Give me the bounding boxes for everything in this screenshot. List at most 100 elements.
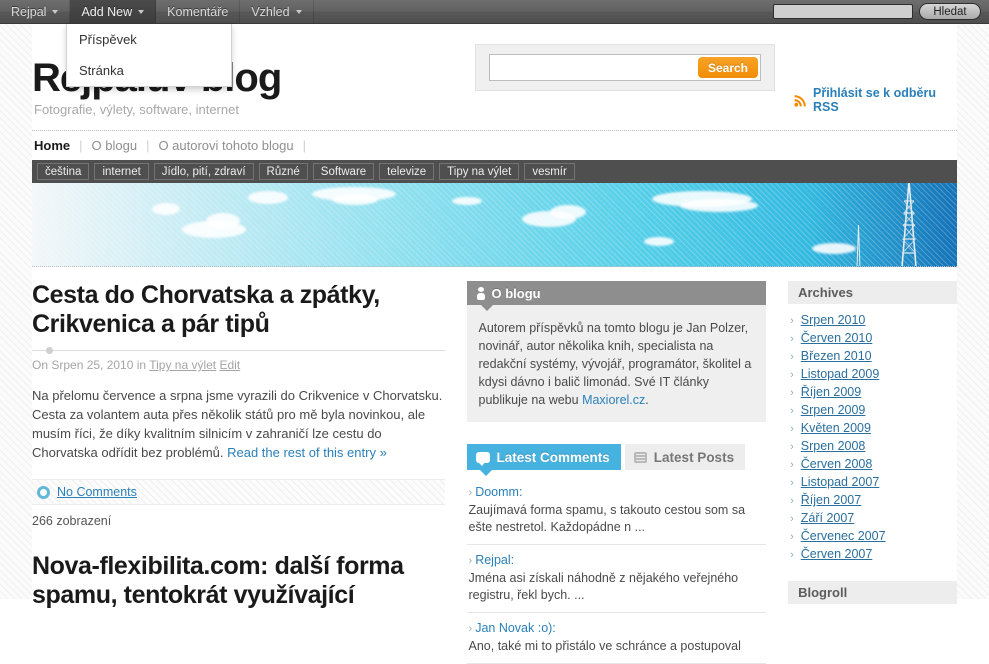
category-cestina[interactable]: čeština	[37, 163, 90, 180]
post-comments-bar: No Comments	[32, 479, 445, 505]
category-tipy-na-vylet[interactable]: Tipy na výlet	[439, 163, 520, 180]
post-article: Cesta do Chorvatska a zpátky, Crikvenica…	[32, 281, 445, 528]
chevron-down-icon	[52, 9, 59, 14]
category-internet[interactable]: internet	[94, 163, 149, 180]
archive-link[interactable]: Červenec 2007	[801, 528, 886, 545]
comment-author[interactable]: Jan Novak :o):	[475, 621, 556, 635]
archive-list-item: › Červen 2008	[788, 456, 957, 474]
post-meta-category-link[interactable]: Tipy na výlet	[149, 358, 216, 372]
adminbar-item-rejpal[interactable]: Rejpal	[0, 0, 71, 23]
post-view-count: 266 zobrazení	[32, 514, 112, 528]
chevron-right-icon: ›	[790, 315, 794, 327]
adminbar-item-label: Rejpal	[11, 4, 47, 19]
archive-link[interactable]: Říjen 2007	[801, 492, 861, 509]
search-input[interactable]	[494, 56, 706, 79]
category-jidlo-piti-zdravi[interactable]: Jídlo, pití, zdraví	[153, 163, 254, 180]
adminbar-search-button[interactable]: Hledat	[919, 3, 981, 20]
chevron-right-icon: ›	[790, 477, 794, 489]
maxiorel-link[interactable]: Maxiorel.cz	[582, 393, 645, 407]
comment-bubble-icon	[37, 485, 50, 499]
post-body: Na přelomu července a srpna jsme vyrazil…	[32, 386, 445, 462]
search-button[interactable]: Search	[697, 57, 758, 78]
content-columns: Cesta do Chorvatska a zpátky, Crikvenica…	[32, 267, 958, 664]
right-sidebar-column: Archives › Srpen 2010 › Červen 2010 › Březe…	[788, 281, 958, 664]
comment-excerpt: Zaujímavá forma spamu, s takouto cestou …	[468, 503, 746, 534]
read-more-link[interactable]: Read the rest of this entry »	[227, 445, 387, 460]
archive-list-item: › Listopad 2009	[788, 366, 957, 384]
nav-separator: |	[302, 138, 306, 153]
nav-item-home[interactable]: Home	[32, 138, 79, 153]
adminbar-search-input[interactable]	[773, 4, 913, 19]
nav-item-o-autorovi[interactable]: O autorovi tohoto blogu	[149, 138, 302, 153]
main-column: Cesta do Chorvatska a zpátky, Crikvenica…	[32, 281, 445, 664]
site-tagline: Fotografie, výlety, software, internet	[34, 102, 239, 117]
archive-link[interactable]: Srpen 2010	[801, 312, 866, 329]
category-software[interactable]: Software	[312, 163, 375, 180]
adminbar-item-label: Add New	[81, 4, 133, 19]
category-ruzne[interactable]: Různé	[258, 163, 308, 180]
rss-link-label: Přihlásit se k odběru RSS	[813, 86, 936, 114]
archive-link[interactable]: Červen 2007	[801, 546, 873, 563]
chevron-right-icon: ›	[790, 369, 794, 381]
menu-item-prispevek[interactable]: Příspěvek	[67, 24, 231, 55]
adminbar-item-vzhled[interactable]: Vzhled	[240, 0, 314, 23]
header-banner-image	[32, 183, 957, 267]
comment-author[interactable]: Rejpal:	[475, 553, 514, 567]
post-meta-edit-link[interactable]: Edit	[219, 358, 240, 372]
post-title[interactable]: Nova-flexibilita.com: další forma spamu,…	[32, 552, 445, 610]
archive-link[interactable]: Listopad 2009	[801, 366, 880, 383]
adminbar-item-add-new[interactable]: Add New	[70, 0, 157, 23]
chat-icon	[475, 451, 490, 466]
chevron-right-icon: ›	[790, 459, 794, 471]
adminbar-item-komentare[interactable]: Komentáře	[156, 0, 241, 23]
post-comments-link[interactable]: No Comments	[57, 485, 137, 499]
main-navigation-wrapper: Home | O blogu | O autorovi tohoto blogu…	[32, 130, 957, 160]
tab-latest-comments[interactable]: Latest Comments	[466, 444, 621, 476]
blogroll-widget-title: Blogroll	[788, 581, 958, 604]
header-search-box: Search	[475, 44, 775, 91]
archive-link[interactable]: Červen 2010	[801, 330, 873, 347]
archive-list-item: › Červen 2010	[788, 330, 957, 348]
nav-item-o-blogu[interactable]: O blogu	[83, 138, 147, 153]
main-navigation: Home | O blogu | O autorovi tohoto blogu…	[32, 138, 957, 153]
archive-link[interactable]: Září 2007	[801, 510, 855, 527]
chevron-right-icon: ›	[790, 405, 794, 417]
archive-link[interactable]: Červen 2008	[801, 456, 873, 473]
comment-author[interactable]: Doomm:	[475, 485, 522, 499]
list-icon	[633, 451, 647, 463]
comment-list-item[interactable]: › Jan Novak :o): Ano, také mi to přistálo…	[466, 613, 767, 664]
archive-link[interactable]: Srpen 2008	[801, 438, 866, 455]
archive-link[interactable]: Březen 2010	[801, 348, 872, 365]
menu-item-stranka[interactable]: Stránka	[67, 55, 231, 86]
archive-link[interactable]: Říjen 2009	[801, 384, 861, 401]
chevron-down-icon	[138, 9, 145, 14]
post-rule	[32, 347, 445, 354]
archive-list-item: › Srpen 2010	[788, 312, 957, 330]
archive-link[interactable]: Srpen 2009	[801, 402, 866, 419]
comment-list-item[interactable]: › Rejpal: Jména asi získali náhodně z něj…	[466, 545, 767, 613]
archives-list: › Srpen 2010 › Červen 2010 › Březen 2010 › L…	[788, 312, 957, 564]
rss-icon	[794, 94, 807, 107]
about-widget-body: Autorem příspěvků na tomto blogu je Jan …	[466, 305, 767, 422]
chevron-right-icon: ›	[790, 531, 794, 543]
rss-subscribe-link[interactable]: Přihlásit se k odběru RSS	[794, 86, 957, 114]
archive-link[interactable]: Květen 2009	[801, 420, 871, 437]
archive-link[interactable]: Listopad 2007	[801, 474, 880, 491]
admin-bar: Rejpal Add New Komentáře Vzhled Hledat	[0, 0, 989, 24]
archive-list-item: › Červenec 2007	[788, 528, 957, 546]
adminbar-item-label: Komentáře	[167, 4, 229, 19]
chevron-right-icon: ›	[468, 623, 473, 635]
category-vesmir[interactable]: vesmír	[524, 163, 575, 180]
comment-list-item[interactable]: › Doomm: Zaujímavá forma spamu, s takouto…	[466, 484, 767, 545]
chevron-right-icon: ›	[468, 487, 473, 499]
archive-list-item: › Srpen 2008	[788, 438, 957, 456]
archive-list-item: › Květen 2009	[788, 420, 957, 438]
post-title[interactable]: Cesta do Chorvatska a zpátky, Crikvenica…	[32, 281, 445, 339]
archive-list-item: › Srpen 2009	[788, 402, 957, 420]
category-televize[interactable]: televize	[379, 163, 435, 180]
archive-list-item: › Září 2007	[788, 510, 957, 528]
tab-latest-posts[interactable]: Latest Posts	[624, 444, 746, 470]
add-new-dropdown-menu: Příspěvek Stránka	[66, 24, 232, 87]
comment-excerpt: Jména asi získali náhodně z nějakého veř…	[468, 571, 739, 602]
archive-list-item: › Listopad 2007	[788, 474, 957, 492]
